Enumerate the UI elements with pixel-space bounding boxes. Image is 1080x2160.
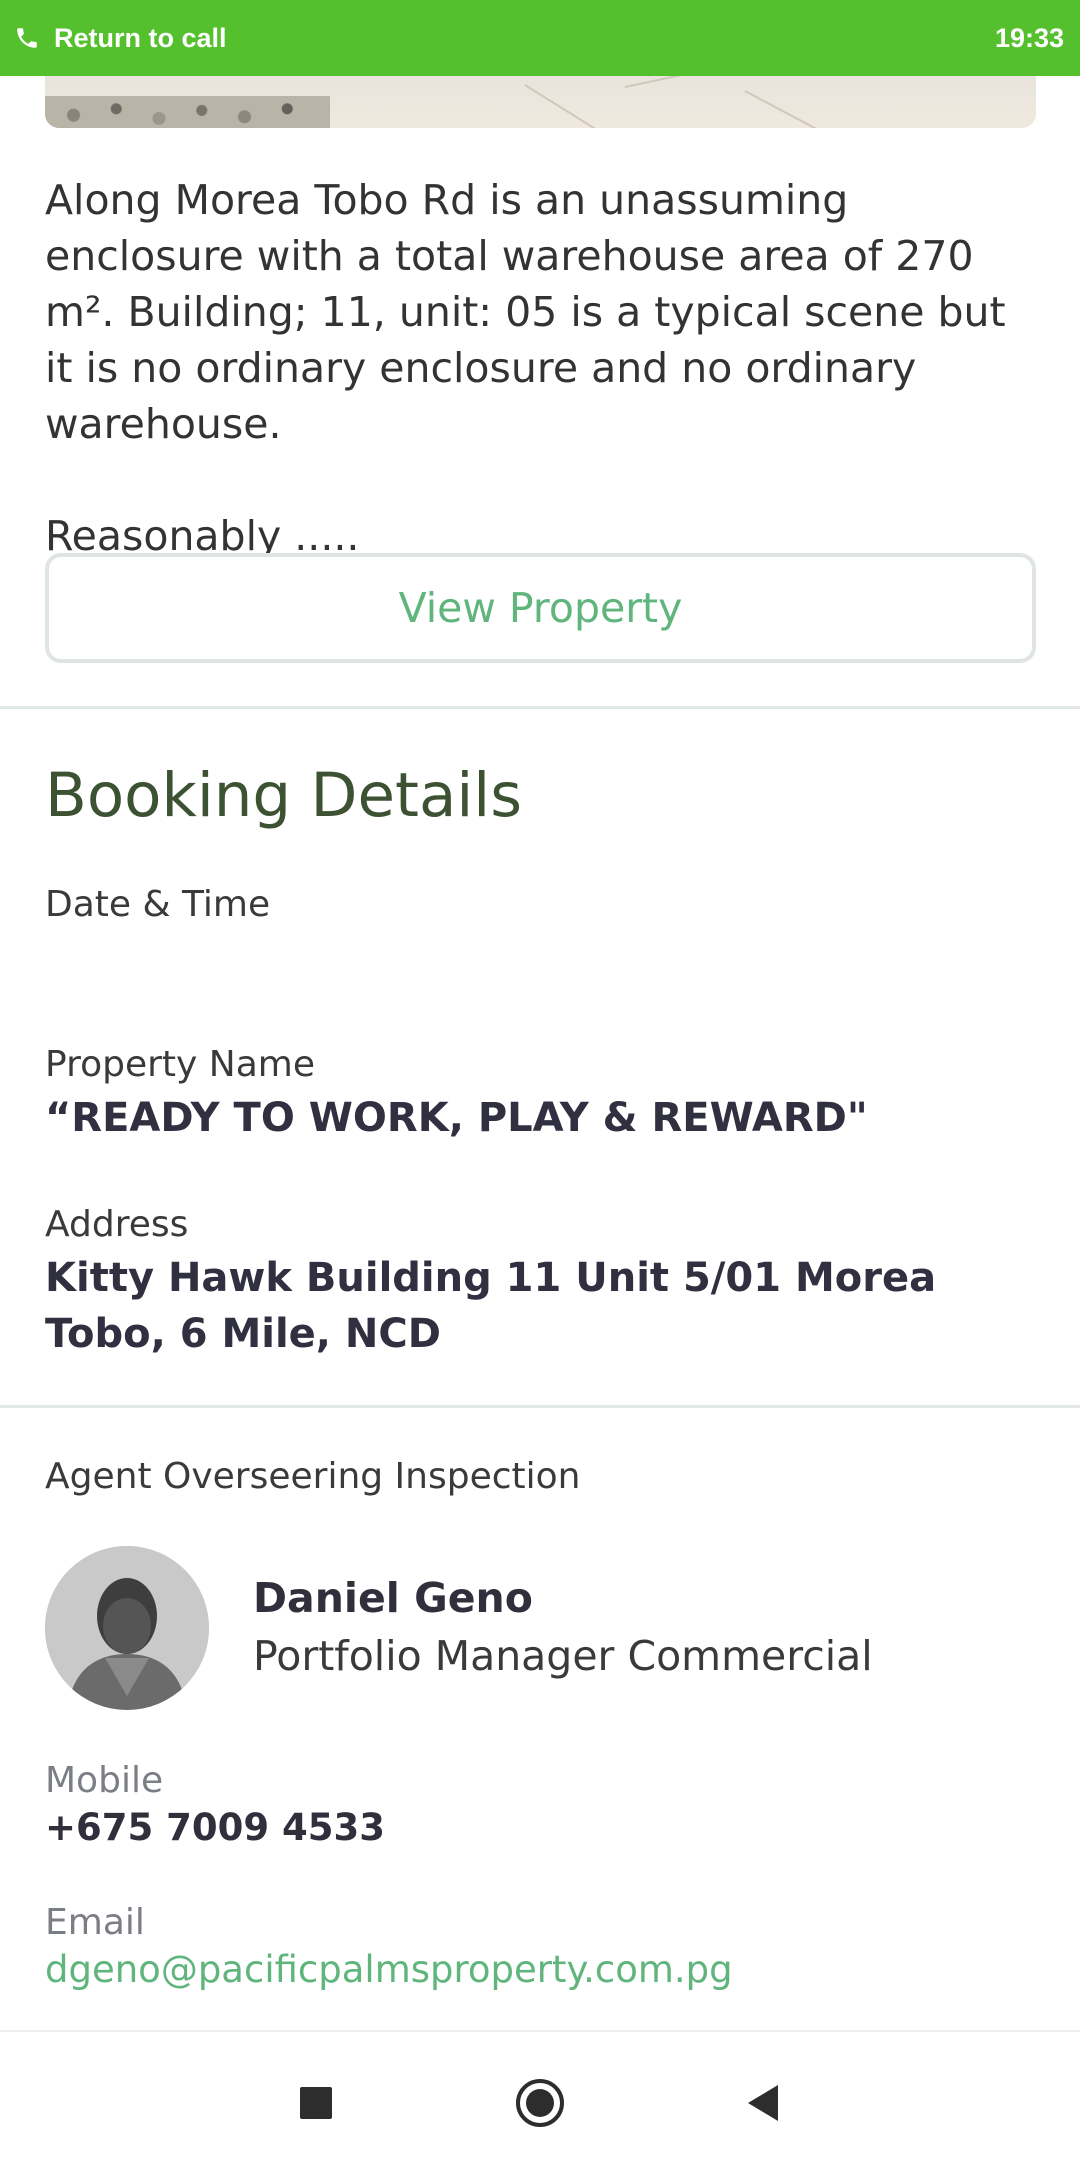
divider [0,1405,1080,1408]
email-link[interactable]: dgeno@pacificpalmsproperty.com.pg [45,1948,733,1991]
hero-line [744,90,817,128]
return-to-call-label: Return to call [54,22,227,53]
phone-icon [17,28,37,48]
address-value: Kitty Hawk Building 11 Unit 5/01 Morea T… [45,1255,937,1357]
hero-line [524,84,602,128]
divider [0,706,1080,709]
email-label: Email [45,1902,145,1943]
hero-line [624,76,684,88]
date-time-label: Date & Time [45,884,271,925]
property-image[interactable] [45,76,1036,128]
status-bar: Return to call 19:33 [0,0,1080,76]
booking-details-title: Booking Details [45,760,523,831]
back-triangle-icon[interactable] [736,2075,792,2131]
return-to-call[interactable]: Return to call [14,23,227,54]
address-label: Address [45,1204,189,1245]
agent-title: Portfolio Manager Commercial [253,1632,873,1680]
agent-name: Daniel Geno [253,1574,533,1622]
status-time: 19:33 [994,22,1064,53]
hero-rocks [45,96,330,128]
recents-square-icon[interactable] [288,2075,344,2131]
home-circle-icon[interactable] [512,2075,568,2131]
agent-photo [45,1546,209,1710]
agent-section-label: Agent Overseering Inspection [45,1456,581,1497]
property-name-label: Property Name [45,1044,315,1085]
property-name-value: “READY TO WORK, PLAY & REWARD" [45,1095,868,1141]
property-description: Along Morea Tobo Rd is an unassuming enc… [45,176,1006,560]
view-property-button[interactable]: View Property [45,553,1036,663]
mobile-label: Mobile [45,1760,164,1801]
agent-avatar [45,1546,209,1710]
mobile-value[interactable]: +675 7009 4533 [45,1806,385,1849]
